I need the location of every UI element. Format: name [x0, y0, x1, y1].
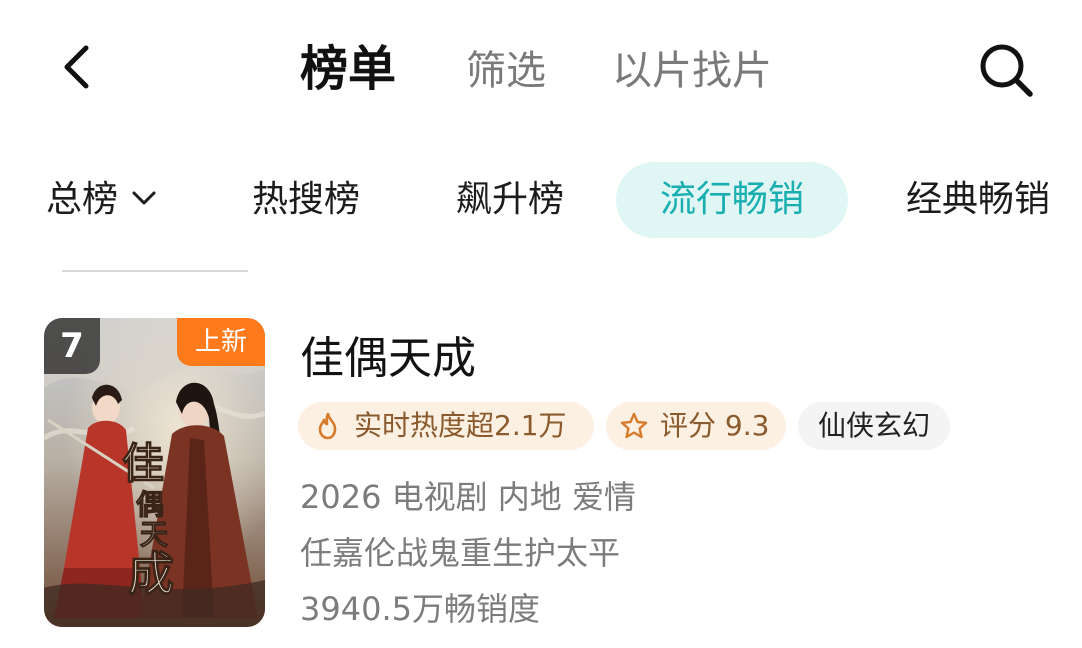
top-nav-bar: 榜单 筛选 以片找片	[0, 0, 1082, 140]
item-tagline: 任嘉伦战鬼重生护太平	[300, 534, 621, 572]
poster-image[interactable]: 佳 偶 天 成 7 上新	[44, 318, 265, 627]
item-meta-info: 2026 电视剧 内地 爱情	[300, 478, 636, 516]
poster-title-char-4: 成	[128, 547, 174, 601]
category-tab-overall-label: 总榜	[46, 179, 119, 220]
category-tab-classic-bestseller[interactable]: 经典畅销	[906, 162, 1050, 238]
item-title[interactable]: 佳偶天成	[300, 322, 476, 386]
poster-title-char-1: 佳	[122, 439, 164, 488]
poster-title-char-2: 偶	[136, 488, 164, 521]
tab-find-by-film[interactable]: 以片找片	[612, 36, 772, 106]
search-button[interactable]	[976, 40, 1036, 100]
item-sales-volume: 3940.5万畅销度	[300, 590, 540, 628]
search-icon	[980, 44, 1033, 97]
category-tab-overall[interactable]: 总榜	[46, 162, 158, 238]
genre-tag: 仙侠玄幻	[798, 402, 950, 450]
heat-label: 实时热度超2.1万	[354, 409, 567, 442]
score-label: 评分 9.3	[660, 409, 770, 442]
star-icon	[620, 412, 648, 439]
section-divider	[62, 270, 248, 272]
new-badge: 上新	[177, 318, 265, 366]
category-tab-rising[interactable]: 飙升榜	[456, 162, 564, 238]
chevron-left-icon	[64, 45, 89, 89]
score-tag: 评分 9.3	[606, 402, 786, 450]
heat-tag: 实时热度超2.1万	[298, 402, 594, 450]
flame-icon	[318, 412, 337, 440]
category-tab-popular-bestseller[interactable]: 流行畅销	[616, 162, 849, 238]
category-tab-hot-search[interactable]: 热搜榜	[252, 162, 360, 238]
chevron-down-icon	[132, 191, 156, 205]
tab-ranking[interactable]: 榜单	[300, 34, 396, 104]
tab-filter[interactable]: 筛选	[466, 36, 546, 106]
rank-badge: 7	[44, 318, 100, 374]
back-button[interactable]	[54, 42, 104, 92]
